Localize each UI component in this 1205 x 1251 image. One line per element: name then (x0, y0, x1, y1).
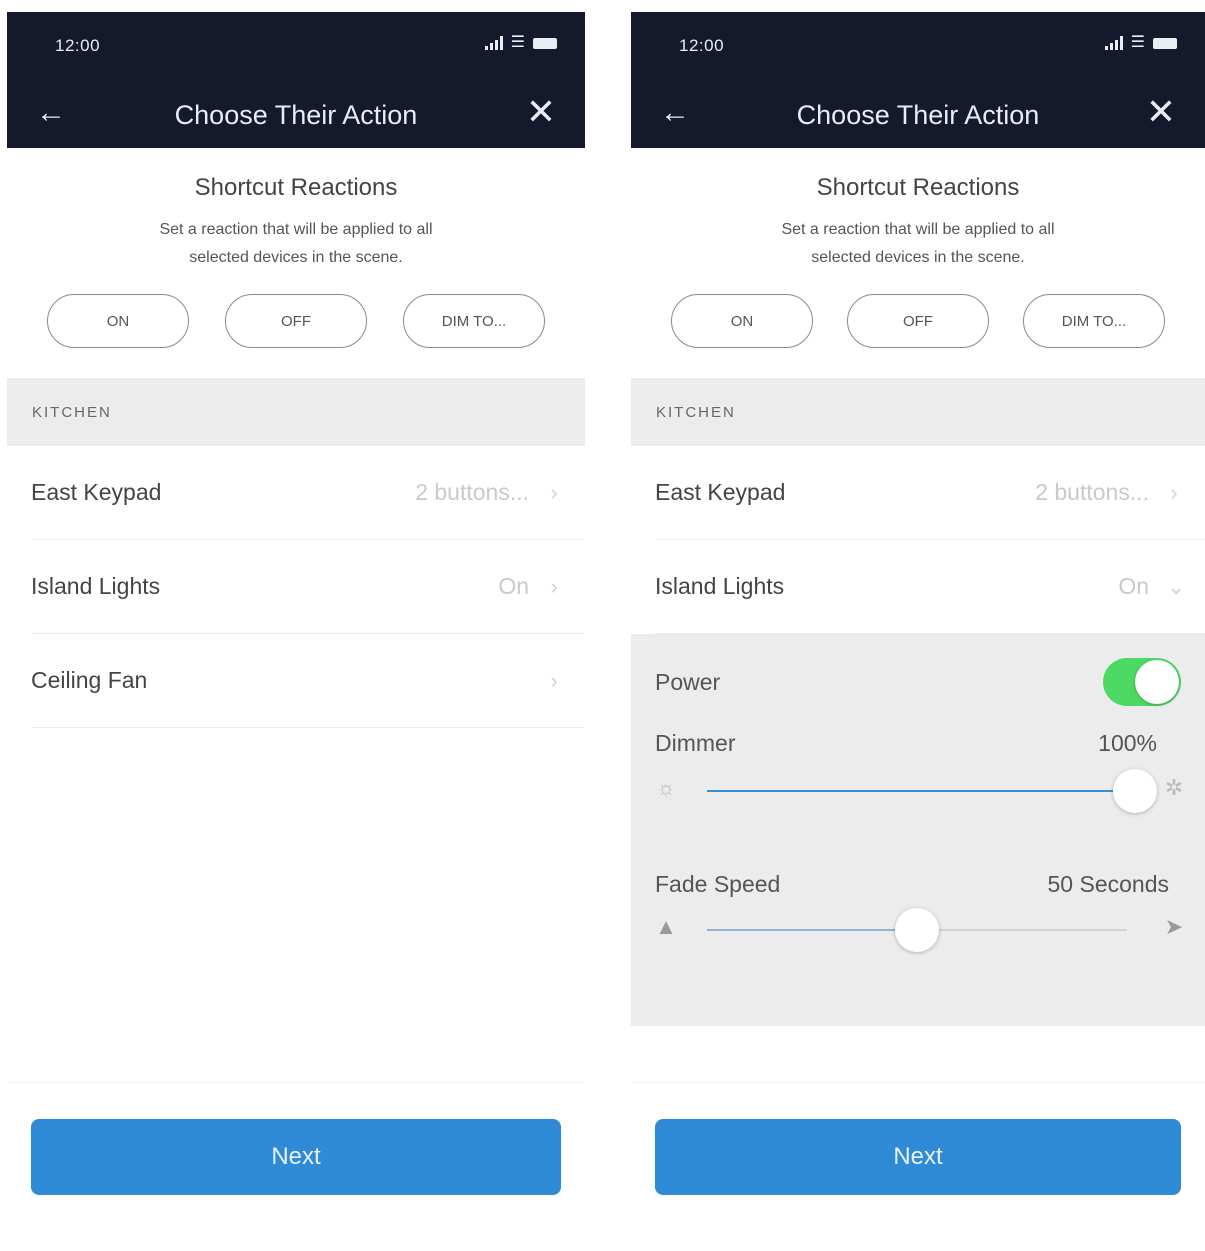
off-button[interactable]: OFF (225, 294, 367, 348)
device-name: Island Lights (655, 573, 785, 599)
phone-screen-collapsed: 12:00 ☰ ← Choose Their Action ✕ Shortcut… (7, 12, 585, 1251)
wifi-icon: ☰ (1130, 34, 1145, 51)
section-header-kitchen: KITCHEN (631, 378, 1205, 446)
status-icons: ☰ (484, 34, 557, 51)
shortcut-description: Set a reaction that will be applied to a… (781, 221, 1055, 266)
page-title: Choose Their Action (174, 100, 418, 130)
device-value: On (1118, 573, 1149, 599)
device-value: 2 buttons... (1035, 479, 1149, 505)
device-value: On (498, 573, 529, 599)
turtle-icon: ▲ (655, 914, 677, 939)
on-button[interactable]: ON (671, 294, 813, 348)
phone-screen-expanded: 12:00 ☰ ← Choose Their Action ✕ Shortcut… (631, 12, 1205, 1251)
chevron-right-icon: › (550, 573, 558, 599)
device-value: 2 buttons... (415, 479, 529, 505)
sun-bright-icon: ✲ (1164, 775, 1184, 800)
dimmer-header: Dimmer 100% (655, 730, 1181, 757)
toggle-knob (1135, 660, 1179, 704)
shortcut-reactions: Shortcut Reactions Set a reaction that w… (631, 148, 1205, 348)
chevron-right-icon: › (1170, 479, 1178, 505)
status-bar: 12:00 ☰ (7, 12, 585, 82)
fade-speed-label: Fade Speed (655, 871, 781, 897)
device-name: Ceiling Fan (31, 667, 148, 693)
island-lights-settings: Power Dimmer 100% ☼ ✲ Fade Speed 50 Seco… (631, 634, 1205, 1026)
divider (7, 1082, 585, 1083)
signal-icon (484, 36, 503, 50)
device-name: Island Lights (31, 573, 161, 599)
rabbit-icon: ➤ (1164, 914, 1184, 939)
shortcut-title: Shortcut Reactions (816, 174, 1020, 201)
nav-bar: ← Choose Their Action ✕ (7, 82, 585, 148)
next-button[interactable]: Next (655, 1119, 1181, 1195)
device-name: East Keypad (31, 479, 162, 505)
device-row-east-keypad[interactable]: East Keypad 2 buttons... › (31, 446, 585, 540)
device-row-island-lights[interactable]: Island Lights On ⌄ (655, 540, 1205, 634)
dimmer-slider[interactable]: ☼ ✲ (655, 761, 1183, 821)
status-bar: 12:00 ☰ (631, 12, 1205, 82)
device-row-east-keypad[interactable]: East Keypad 2 buttons... › (655, 446, 1205, 540)
next-button[interactable]: Next (31, 1119, 561, 1195)
chevron-down-icon: ⌄ (1167, 573, 1186, 599)
slider-fill (707, 790, 1135, 792)
dimmer-label: Dimmer (655, 730, 736, 756)
close-icon[interactable]: ✕ (1141, 94, 1181, 130)
fade-speed-slider[interactable]: ▲ ➤ (655, 900, 1183, 960)
reaction-buttons: ON OFF DIM TO... (7, 272, 585, 348)
fade-speed-header: Fade Speed 50 Seconds (655, 871, 1181, 898)
shortcut-title: Shortcut Reactions (194, 174, 398, 201)
status-time: 12:00 (679, 36, 725, 55)
power-label: Power (655, 668, 721, 695)
status-time: 12:00 (55, 36, 101, 55)
device-name: East Keypad (655, 479, 786, 505)
dim-to-button[interactable]: DIM TO... (403, 294, 545, 348)
signal-icon (1104, 36, 1123, 50)
shortcut-reactions: Shortcut Reactions Set a reaction that w… (7, 148, 585, 348)
status-icons: ☰ (1104, 34, 1177, 51)
chevron-right-icon: › (550, 479, 558, 505)
close-icon[interactable]: ✕ (521, 94, 561, 130)
shortcut-description: Set a reaction that will be applied to a… (159, 221, 433, 266)
battery-icon (1153, 38, 1177, 49)
reaction-buttons: ON OFF DIM TO... (631, 272, 1205, 348)
on-button[interactable]: ON (47, 294, 189, 348)
sun-dim-icon: ☼ (655, 775, 677, 800)
divider (631, 1082, 1205, 1083)
battery-icon (533, 38, 557, 49)
chevron-right-icon: › (550, 667, 558, 693)
slider-thumb[interactable] (1113, 769, 1157, 813)
fade-speed-value: 50 Seconds (1047, 871, 1169, 897)
wifi-icon: ☰ (510, 34, 525, 51)
dimmer-value: 100% (1098, 730, 1157, 756)
section-header-kitchen: KITCHEN (7, 378, 585, 446)
power-toggle[interactable] (1103, 658, 1181, 706)
page-title: Choose Their Action (796, 100, 1040, 130)
slider-thumb[interactable] (895, 908, 939, 952)
dim-to-button[interactable]: DIM TO... (1023, 294, 1165, 348)
nav-bar: ← Choose Their Action ✕ (631, 82, 1205, 148)
device-row-ceiling-fan[interactable]: Ceiling Fan › (31, 634, 585, 728)
slider-fill (707, 929, 917, 931)
off-button[interactable]: OFF (847, 294, 989, 348)
power-row: Power (655, 634, 1181, 730)
device-row-island-lights[interactable]: Island Lights On › (31, 540, 585, 634)
